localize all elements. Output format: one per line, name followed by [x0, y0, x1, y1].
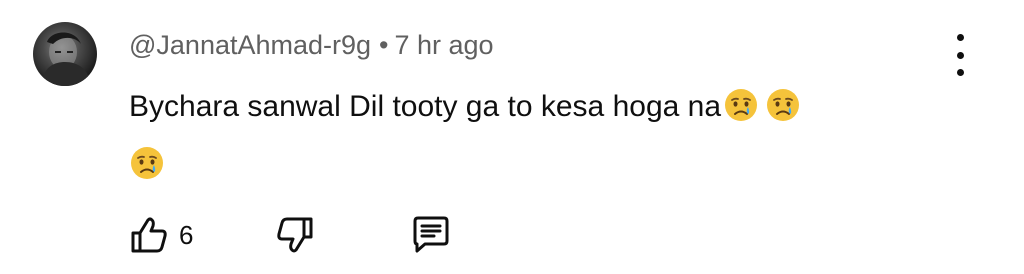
reply-button[interactable]: [409, 212, 453, 258]
crying-face-emoji: [725, 89, 758, 121]
comment-reply-icon: [413, 216, 449, 253]
more-vertical-icon-dot: [956, 69, 964, 76]
like-button[interactable]: 6: [129, 212, 193, 258]
meta-separator: •: [379, 30, 389, 60]
author-name[interactable]: @JannatAhmad-r9g: [129, 30, 371, 60]
comment-text: Bychara sanwal Dil tooty ga to kesa hoga…: [129, 78, 959, 194]
avatar-image: [41, 32, 91, 86]
thumbs-down-icon: [277, 217, 313, 253]
crying-face-emoji: [131, 147, 163, 179]
avatar[interactable]: [33, 22, 97, 86]
dislike-button[interactable]: [275, 212, 315, 258]
more-vertical-icon: [956, 34, 964, 41]
comment-body: Bychara sanwal Dil tooty ga to kesa hoga…: [129, 90, 722, 123]
crying-face-emoji: [767, 89, 800, 121]
comment-item: @JannatAhmad-r9g • 7 hr ago Bychara sanwal…: [0, 0, 1024, 274]
comment-timestamp: 7 hr ago: [394, 30, 494, 60]
comment-header: @JannatAhmad-r9g • 7 hr ago: [129, 27, 494, 63]
more-vertical-icon-dot: [956, 51, 964, 59]
more-options-button[interactable]: [946, 34, 974, 76]
like-count: 6: [179, 219, 194, 250]
thumbs-up-icon: [131, 217, 167, 253]
